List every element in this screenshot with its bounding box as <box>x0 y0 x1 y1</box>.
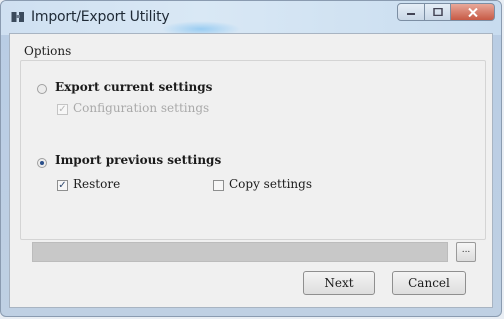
check-icon: ✓ <box>58 104 67 115</box>
import-radio-label[interactable]: Import previous settings <box>55 153 221 167</box>
browse-button[interactable]: ... <box>456 242 476 262</box>
window-title: Import/Export Utility <box>31 9 170 25</box>
copy-settings-label[interactable]: Copy settings <box>229 177 312 191</box>
close-button[interactable] <box>451 3 495 21</box>
import-radio[interactable] <box>37 158 47 168</box>
maximize-icon <box>432 8 443 16</box>
copy-settings-checkbox[interactable] <box>213 180 224 191</box>
minimize-button[interactable] <box>397 3 425 21</box>
close-icon <box>467 7 478 17</box>
cancel-button[interactable]: Cancel <box>392 271 466 295</box>
app-icon <box>11 12 24 22</box>
export-radio-label[interactable]: Export current settings <box>55 80 212 94</box>
import-export-window: Import/Export Utility Options Export cur… <box>0 0 502 317</box>
configuration-settings-label: Configuration settings <box>73 101 210 115</box>
title-bar[interactable]: Import/Export Utility <box>1 1 501 37</box>
dialog-body: Options Export current settings ✓ Config… <box>9 33 493 308</box>
restore-checkbox[interactable]: ✓ <box>57 180 68 191</box>
maximize-button[interactable] <box>425 3 451 21</box>
minimize-icon <box>407 13 415 15</box>
options-group-label: Options <box>24 44 72 58</box>
configuration-settings-checkbox[interactable]: ✓ <box>57 104 68 115</box>
check-icon: ✓ <box>58 180 67 191</box>
path-field[interactable] <box>32 242 448 262</box>
restore-label[interactable]: Restore <box>73 177 120 191</box>
next-button[interactable]: Next <box>303 271 375 295</box>
window-controls <box>397 3 495 23</box>
export-radio[interactable] <box>37 84 47 94</box>
